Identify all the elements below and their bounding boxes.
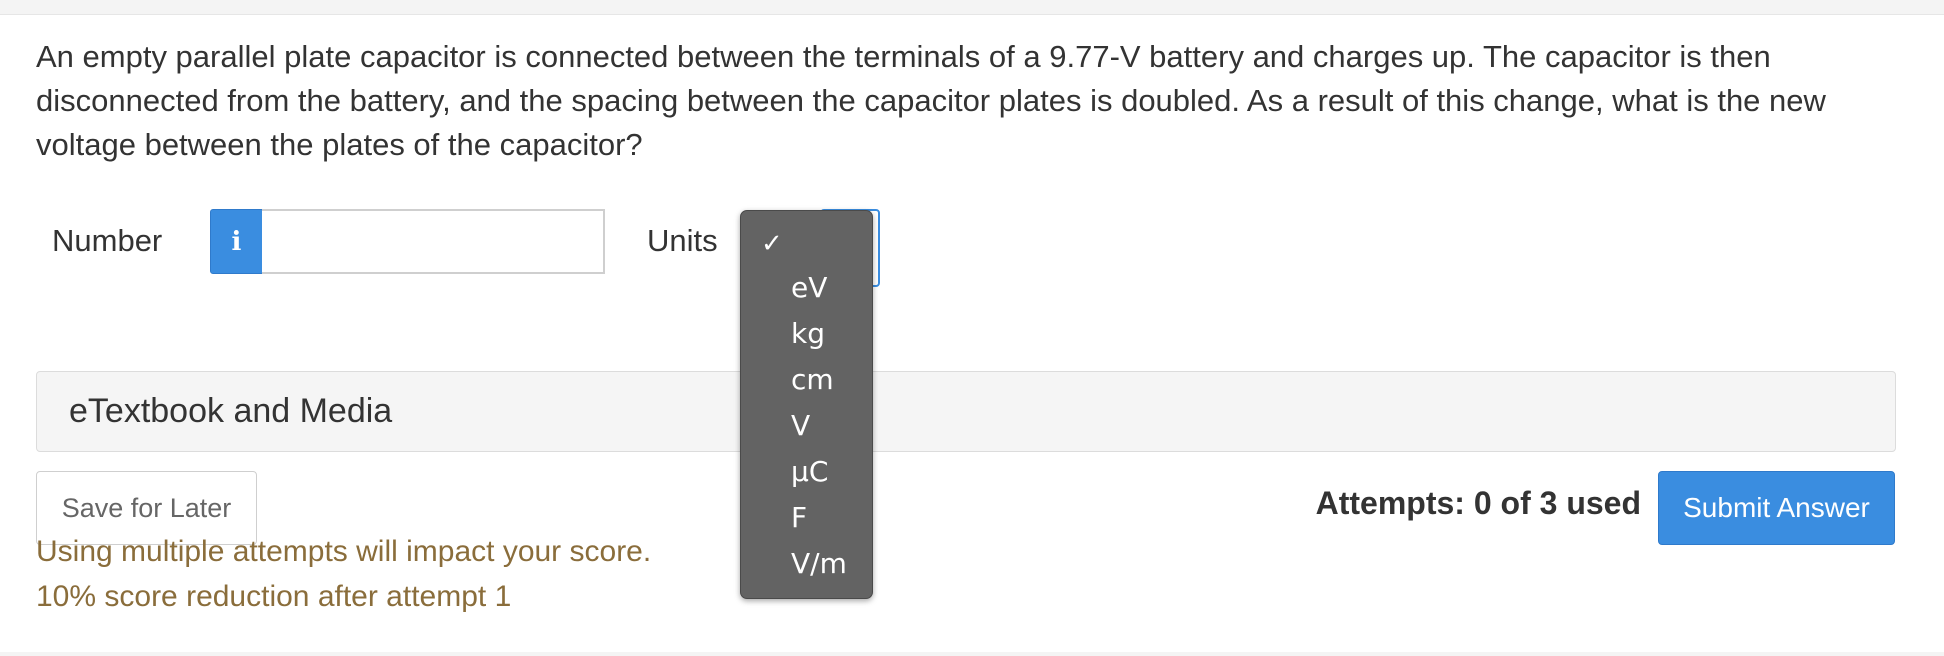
units-option[interactable]: F: [791, 501, 807, 535]
units-option[interactable]: µC: [791, 455, 828, 489]
number-input[interactable]: [262, 209, 605, 274]
attempts-counter: Attempts: 0 of 3 used: [1315, 485, 1641, 521]
media-title: eTextbook and Media: [69, 392, 393, 430]
attempts-warning: Using multiple attempts will impact your…: [36, 535, 652, 568]
units-option[interactable]: eV: [791, 271, 827, 305]
units-option[interactable]: V/m: [791, 547, 847, 581]
info-icon: i: [231, 226, 242, 257]
checkmark-icon: ✓: [761, 229, 783, 259]
etextbook-media-bar[interactable]: eTextbook and Media: [36, 371, 1896, 452]
question-text: An empty parallel plate capacitor is con…: [36, 39, 1826, 162]
units-option[interactable]: kg: [791, 317, 825, 351]
question-panel: An empty parallel plate capacitor is con…: [0, 14, 1944, 652]
submit-answer-button[interactable]: Submit Answer: [1658, 471, 1895, 545]
score-reduction-note: 10% score reduction after attempt 1: [36, 580, 512, 613]
number-label: Number: [52, 223, 163, 258]
info-button[interactable]: i: [210, 209, 263, 274]
units-option[interactable]: V: [791, 409, 810, 443]
units-option[interactable]: cm: [791, 363, 834, 397]
units-label: Units: [647, 223, 718, 258]
save-for-later-button[interactable]: Save for Later: [36, 471, 257, 545]
units-dropdown-menu[interactable]: ✓ eV kg cm V µC F V/m: [740, 210, 873, 599]
